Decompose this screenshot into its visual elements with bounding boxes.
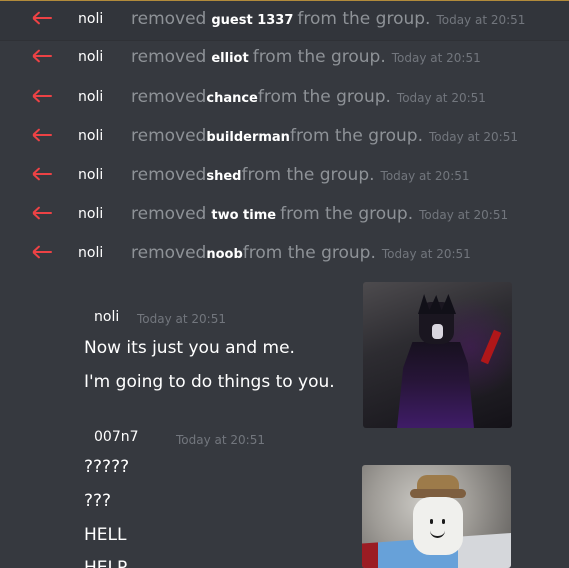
system-message-content: removedshedfrom the group. Today at 20:51 bbox=[131, 164, 470, 188]
character-mouth bbox=[432, 324, 443, 339]
left-arrow-icon bbox=[31, 127, 53, 143]
message-text: HELP bbox=[84, 558, 128, 568]
left-arrow-icon bbox=[31, 48, 53, 64]
system-message-content: removednoobfrom the group. Today at 20:51 bbox=[131, 242, 471, 266]
message-timestamp[interactable]: Today at 20:51 bbox=[397, 91, 486, 105]
system-message-action: removed bbox=[131, 165, 207, 185]
system-message-row[interactable]: noli removednoobfrom the group. Today at … bbox=[0, 235, 569, 274]
system-message-suffix: from the group. bbox=[257, 87, 391, 107]
system-message-author[interactable]: noli bbox=[78, 127, 103, 145]
removed-user-name[interactable]: guest 1337 bbox=[211, 13, 293, 28]
character-body bbox=[397, 342, 474, 428]
system-message-author[interactable]: noli bbox=[78, 244, 103, 262]
removed-user-name[interactable]: chance bbox=[206, 91, 258, 106]
left-arrow-icon bbox=[31, 88, 53, 104]
system-message-content: removedbuildermanfrom the group. Today at… bbox=[131, 125, 518, 149]
system-message-author[interactable]: noli bbox=[78, 88, 103, 106]
system-message-action: removed bbox=[131, 204, 207, 224]
left-arrow-icon bbox=[31, 10, 53, 26]
system-message-action: removed bbox=[131, 87, 207, 107]
message-text: ??? bbox=[84, 491, 112, 511]
message-timestamp[interactable]: Today at 20:51 bbox=[436, 13, 525, 27]
system-message-row[interactable]: noli removed guest 1337 from the group. Tod… bbox=[0, 0, 569, 41]
system-message-suffix: from the group. bbox=[252, 47, 386, 67]
removed-user-name[interactable]: builderman bbox=[206, 130, 290, 145]
message-text: Now its just you and me. bbox=[84, 338, 295, 358]
message-timestamp[interactable]: Today at 20:51 bbox=[137, 311, 226, 327]
system-message-suffix: from the group. bbox=[242, 243, 376, 263]
system-message-suffix: from the group. bbox=[289, 126, 423, 146]
system-message-suffix: from the group. bbox=[280, 204, 414, 224]
removed-user-name[interactable]: elliot bbox=[211, 51, 248, 66]
left-arrow-icon bbox=[31, 244, 53, 260]
system-message-suffix: from the group. bbox=[297, 9, 431, 29]
system-message-action: removed bbox=[131, 126, 207, 146]
system-message-row[interactable]: noli removedshedfrom the group. Today at … bbox=[0, 157, 569, 196]
system-message-content: removed elliot from the group. Today at 20:… bbox=[131, 46, 481, 70]
left-arrow-icon bbox=[31, 166, 53, 182]
message-timestamp[interactable]: Today at 20:51 bbox=[419, 208, 508, 222]
system-message-author[interactable]: noli bbox=[78, 10, 103, 28]
removed-user-name[interactable]: noob bbox=[206, 247, 242, 262]
message-timestamp[interactable]: Today at 20:51 bbox=[429, 130, 518, 144]
system-message-row[interactable]: noli removed elliot from the group. Today a… bbox=[0, 39, 569, 78]
message-timestamp[interactable]: Today at 20:51 bbox=[382, 247, 471, 261]
system-message-action: removed bbox=[131, 9, 207, 29]
system-message-content: removed two time from the group. Today at 2… bbox=[131, 203, 508, 227]
message-text: I'm going to do things to you. bbox=[84, 372, 335, 392]
message-timestamp[interactable]: Today at 20:51 bbox=[381, 169, 470, 183]
chat-view: noli removed guest 1337 from the group. Tod… bbox=[0, 0, 569, 568]
character-spikes bbox=[418, 294, 456, 314]
smiling-character-image[interactable] bbox=[362, 465, 511, 568]
right-eye bbox=[442, 519, 445, 524]
system-message-author[interactable]: noli bbox=[78, 166, 103, 184]
system-message-row[interactable]: noli removed two time from the group. Today… bbox=[0, 196, 569, 235]
system-message-row[interactable]: noli removedbuildermanfrom the group. Tod… bbox=[0, 118, 569, 157]
character-face bbox=[413, 497, 463, 555]
left-eye bbox=[430, 519, 433, 524]
system-message-content: removedchancefrom the group. Today at 20:… bbox=[131, 86, 486, 110]
system-message-suffix: from the group. bbox=[241, 165, 375, 185]
message-author[interactable]: 007n7 bbox=[94, 428, 139, 446]
system-message-author[interactable]: noli bbox=[78, 205, 103, 223]
message-text: HELL bbox=[84, 525, 127, 545]
message-timestamp[interactable]: Today at 20:51 bbox=[392, 51, 481, 65]
removed-user-name[interactable]: shed bbox=[206, 169, 241, 184]
system-message-action: removed bbox=[131, 47, 207, 67]
red-prop bbox=[480, 329, 502, 365]
system-message-author[interactable]: noli bbox=[78, 48, 103, 66]
smile bbox=[430, 528, 445, 538]
removed-user-name[interactable]: two time bbox=[211, 208, 276, 223]
system-message-content: removed guest 1337 from the group. Today at… bbox=[131, 8, 525, 32]
message-timestamp[interactable]: Today at 20:51 bbox=[176, 432, 265, 448]
left-arrow-icon bbox=[31, 205, 53, 221]
dark-character-image[interactable] bbox=[363, 282, 512, 428]
system-message-action: removed bbox=[131, 243, 207, 263]
message-author[interactable]: noli bbox=[94, 308, 119, 326]
system-message-row[interactable]: noli removedchancefrom the group. Today a… bbox=[0, 79, 569, 118]
message-text: ????? bbox=[84, 457, 130, 477]
